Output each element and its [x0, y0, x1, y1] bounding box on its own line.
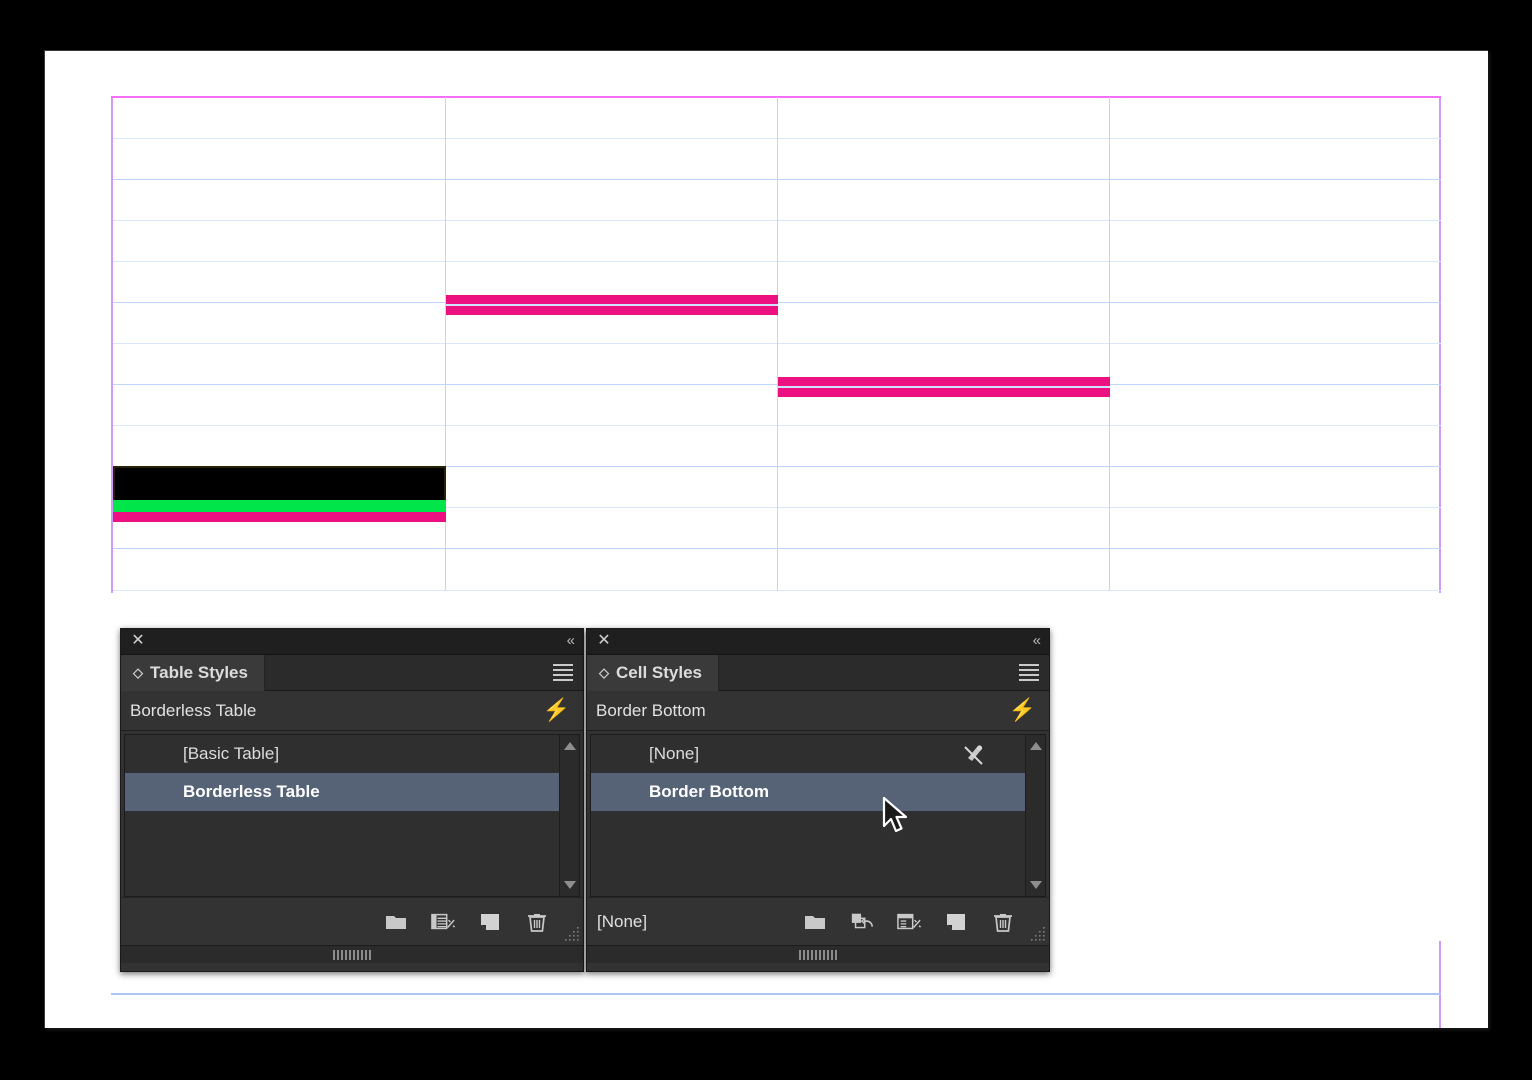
cell-styles-footer-icons: [803, 898, 1015, 946]
scroll-up-icon[interactable]: [1030, 742, 1042, 750]
scroll-down-icon[interactable]: [564, 881, 576, 889]
table-styles-list[interactable]: [Basic Table] Borderless Table: [124, 734, 580, 897]
cell-styles-current-style: Border Bottom ⚡: [587, 691, 1049, 731]
cell-styles-titlebar[interactable]: ✕ «: [587, 629, 1049, 655]
drag-grip-icon: [333, 949, 371, 960]
styled-cell-border-bottom-1[interactable]: [446, 295, 778, 315]
list-item-label: [None]: [649, 744, 700, 763]
list-item[interactable]: Border Bottom: [591, 773, 1045, 811]
ruler-guide-bottom: [111, 993, 1441, 995]
new-style-group-icon[interactable]: [803, 910, 827, 934]
scroll-up-icon[interactable]: [564, 742, 576, 750]
list-item[interactable]: [None]: [591, 735, 1045, 773]
table-column-line: [777, 97, 778, 591]
cell-styles-dragbar[interactable]: [587, 945, 1049, 963]
diamond-handle-icon: ◇: [599, 665, 609, 680]
new-style-group-icon[interactable]: [384, 910, 408, 934]
table-styles-titlebar[interactable]: ✕ «: [121, 629, 583, 655]
list-item-label: Border Bottom: [649, 782, 769, 801]
cell-styles-panel[interactable]: ✕ « ◇ Cell Styles Border Bottom ⚡ [None]: [586, 628, 1050, 972]
cell-styles-tabrow[interactable]: ◇ Cell Styles: [587, 655, 1049, 691]
table-styles-footer[interactable]: [121, 897, 583, 945]
list-item[interactable]: [Basic Table]: [125, 735, 579, 773]
scroll-down-icon[interactable]: [1030, 881, 1042, 889]
hamburger-menu-icon[interactable]: [1019, 664, 1039, 681]
table-column-line: [1109, 97, 1110, 591]
tab-table-styles[interactable]: ◇ Table Styles: [121, 655, 265, 691]
table-styles-scrollbar[interactable]: [559, 735, 579, 896]
diamond-handle-icon: ◇: [133, 665, 143, 680]
row-line-overlay: [778, 386, 1110, 388]
clear-overrides-icon[interactable]: [850, 910, 874, 934]
list-item-label: [Basic Table]: [183, 744, 280, 763]
new-style-icon[interactable]: [478, 910, 502, 934]
table-styles-panel[interactable]: ✕ « ◇ Table Styles Borderless Table ⚡ [B…: [120, 628, 584, 972]
table-styles-dragbar[interactable]: [121, 945, 583, 963]
no-paragraph-style-icon: [964, 745, 983, 765]
table-styles-current-style-label: Borderless Table: [130, 700, 257, 720]
delete-style-icon[interactable]: [525, 910, 549, 934]
table-styles-tabrow[interactable]: ◇ Table Styles: [121, 655, 583, 691]
cell-styles-current-style-label: Border Bottom: [596, 700, 706, 720]
hamburger-menu-icon[interactable]: [553, 664, 573, 681]
list-item[interactable]: Borderless Table: [125, 773, 579, 811]
table-grid[interactable]: [113, 97, 1441, 591]
selected-table-cell[interactable]: [113, 466, 446, 502]
close-icon[interactable]: ✕: [596, 633, 612, 649]
tab-cell-styles-label: Cell Styles: [616, 663, 702, 682]
clear-overrides-table-icon[interactable]: [431, 910, 455, 934]
row-line-overlay: [446, 304, 778, 306]
drag-grip-icon: [799, 949, 837, 960]
collapse-panel-icon[interactable]: «: [1033, 632, 1041, 649]
application-window: ✕ « ◇ Table Styles Borderless Table ⚡ [B…: [0, 0, 1532, 1080]
styled-cell-border-bottom-2[interactable]: [778, 377, 1110, 397]
tab-cell-styles[interactable]: ◇ Cell Styles: [587, 655, 719, 691]
cell-styles-footer[interactable]: [None]: [587, 897, 1049, 945]
selected-cell-magenta-rule: [113, 512, 446, 522]
delete-style-icon[interactable]: [991, 910, 1015, 934]
lightning-bolt-icon[interactable]: ⚡: [1009, 699, 1036, 721]
cell-styles-list[interactable]: [None] Border Bottom: [590, 734, 1046, 897]
clear-attributes-icon[interactable]: [897, 910, 921, 934]
close-icon[interactable]: ✕: [130, 633, 146, 649]
resize-grip-icon[interactable]: [1030, 926, 1046, 942]
page-column-guide: [1439, 941, 1441, 1028]
list-item-label: Borderless Table: [183, 782, 320, 801]
cell-styles-scrollbar[interactable]: [1025, 735, 1045, 896]
resize-grip-icon[interactable]: [564, 926, 580, 942]
cell-styles-footer-status: [None]: [597, 911, 648, 931]
table-styles-current-style: Borderless Table ⚡: [121, 691, 583, 731]
tab-table-styles-label: Table Styles: [150, 663, 248, 682]
lightning-bolt-icon[interactable]: ⚡: [543, 699, 570, 721]
new-style-icon[interactable]: [944, 910, 968, 934]
collapse-panel-icon[interactable]: «: [567, 632, 575, 649]
table-styles-footer-icons: [384, 898, 549, 946]
